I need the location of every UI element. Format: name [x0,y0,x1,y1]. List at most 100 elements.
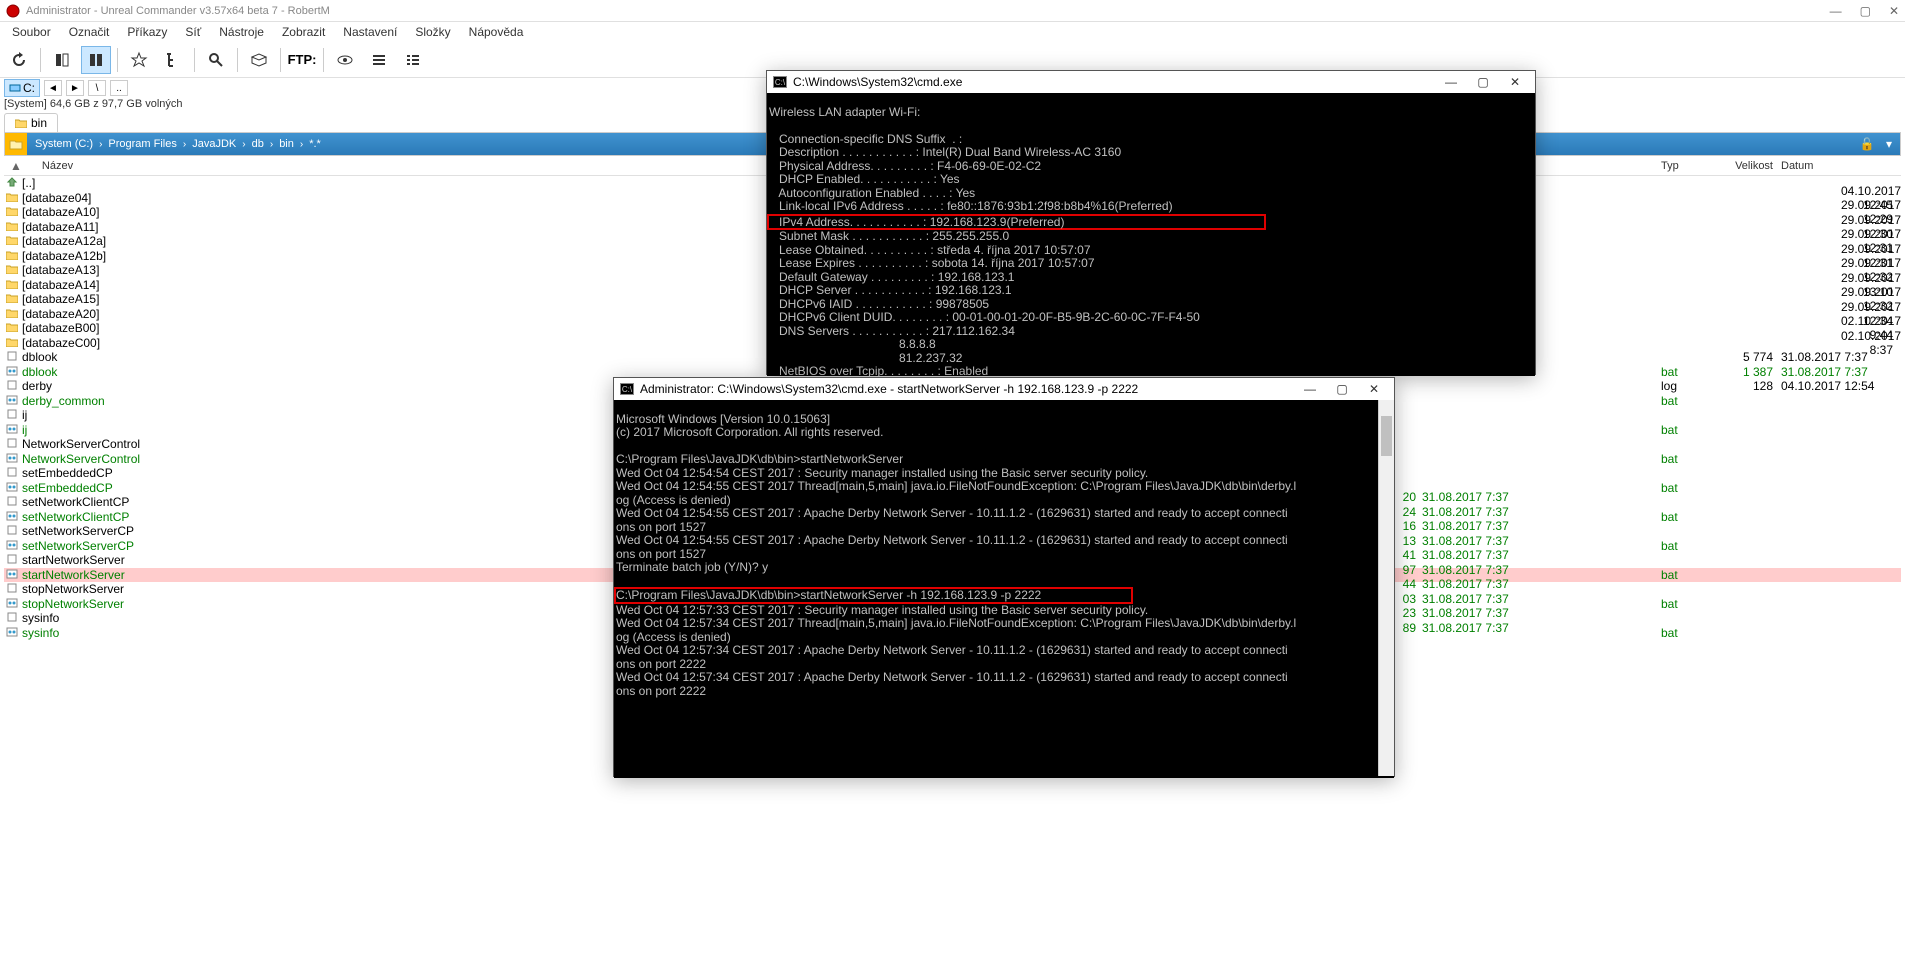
cmd2-minimize[interactable]: — [1296,382,1324,396]
file-typ: log [1661,379,1721,393]
menubar: SouborOznačitPříkazySíťNástrojeZobrazitN… [0,22,1905,42]
file-icon [6,337,20,349]
right-row-4[interactable]: 4131.08.2017 7:37 [1392,548,1532,563]
file-typ: bat [1661,626,1721,640]
file-typ: bat [1661,365,1721,379]
cmd1-maximize[interactable]: ▢ [1469,75,1497,89]
file-icon [6,308,20,320]
drive-up[interactable]: .. [110,80,128,96]
file-icon [6,250,20,262]
right-row-9[interactable]: 8931.08.2017 7:37 [1392,621,1532,636]
file-icon [6,221,20,233]
col-size[interactable]: Velikost [1721,160,1781,172]
cmd2-maximize[interactable]: ▢ [1328,382,1356,396]
breadcrumb-seg-2[interactable]: JavaJDK [188,138,240,150]
cmd2-scrollbar[interactable] [1378,400,1394,776]
file-icon [6,482,20,494]
col-date[interactable]: Datum [1781,160,1901,172]
tool-star[interactable] [124,46,154,74]
file-icon [6,293,20,305]
right-panel-rows: 2031.08.2017 7:372431.08.2017 7:371631.0… [1392,490,1532,635]
right-row-0[interactable]: 2031.08.2017 7:37 [1392,490,1532,505]
tool-panel-left[interactable] [47,46,77,74]
file-typ: bat [1661,597,1721,611]
cmd2-close[interactable]: ✕ [1360,382,1388,396]
tool-eye[interactable] [330,46,360,74]
right-row-2[interactable]: 1631.08.2017 7:37 [1392,519,1532,534]
main-titlebar: Administrator - Unreal Commander v3.57x6… [0,0,1905,22]
breadcrumb-seg-4[interactable]: bin [275,138,298,150]
file-icon [6,279,20,291]
file-icon [6,627,20,639]
right-row-5[interactable]: 9731.08.2017 7:37 [1392,563,1532,578]
col-typ[interactable]: Typ [1661,160,1721,172]
file-icon [6,424,20,436]
breadcrumb-seg-3[interactable]: db [248,138,268,150]
minimize-button[interactable]: — [1830,4,1842,18]
cmd1-ipv4-highlight: IPv4 Address. . . . . . . . . . . : 192.… [767,214,1266,231]
file-icon [6,380,20,392]
tab-bin[interactable]: bin [4,113,58,132]
tool-box[interactable] [244,46,274,74]
tool-list2[interactable] [398,46,428,74]
cmd1-body[interactable]: Wireless LAN adapter Wi-Fi: Connection-s… [767,93,1535,376]
file-icon [6,612,20,624]
file-size: 5 774 [1721,350,1781,364]
breadcrumb-dropdown[interactable]: ▾ [1878,133,1900,155]
breadcrumb-sep: › [181,139,188,150]
menu-označit[interactable]: Označit [61,23,118,41]
tool-panel-both[interactable] [81,46,111,74]
tab-label: bin [31,116,47,130]
cmd2-body[interactable]: Microsoft Windows [Version 10.0.15063] (… [614,400,1394,778]
tool-search[interactable] [201,46,231,74]
file-icon [6,366,20,378]
file-icon [6,177,20,189]
right-row-6[interactable]: 4431.08.2017 7:37 [1392,577,1532,592]
menu-zobrazit[interactable]: Zobrazit [274,23,333,41]
app-icon [6,4,20,18]
drive-nav-fwd[interactable]: ► [66,80,84,96]
file-size: 1 387 [1721,365,1781,379]
right-row-3[interactable]: 1331.08.2017 7:37 [1392,534,1532,549]
right-row-8[interactable]: 2331.08.2017 7:37 [1392,606,1532,621]
menu-síť[interactable]: Síť [177,23,209,41]
file-icon [6,554,20,566]
breadcrumb-seg-5[interactable]: *.* [305,138,325,150]
file-icon [6,453,20,465]
file-icon [6,395,20,407]
tool-refresh[interactable] [4,46,34,74]
drive-c-button[interactable]: C: [4,79,40,97]
close-button[interactable]: ✕ [1889,4,1899,18]
menu-soubor[interactable]: Soubor [4,23,59,41]
drive-nav-back[interactable]: ◄ [44,80,62,96]
tool-ftp[interactable]: FTP: [287,46,317,74]
file-icon [6,322,20,334]
folder-icon [15,118,27,128]
file-icon [6,264,20,276]
file-size: 128 [1721,379,1781,393]
menu-příkazy[interactable]: Příkazy [119,23,175,41]
breadcrumb-seg-0[interactable]: System (C:) [31,138,97,150]
file-typ: bat [1661,510,1721,524]
cmd2-titlebar[interactable]: C:\ Administrator: C:\Windows\System32\c… [614,378,1394,400]
menu-nastavení[interactable]: Nastavení [335,23,405,41]
cmd1-titlebar[interactable]: C:\ C:\Windows\System32\cmd.exe — ▢ ✕ [767,71,1535,93]
right-row-1[interactable]: 2431.08.2017 7:37 [1392,505,1532,520]
file-icon [6,598,20,610]
right-row-7[interactable]: 0331.08.2017 7:37 [1392,592,1532,607]
tool-tree[interactable] [158,46,188,74]
cmd-window-startserver: C:\ Administrator: C:\Windows\System32\c… [613,377,1395,777]
file-typ: bat [1661,452,1721,466]
menu-nástroje[interactable]: Nástroje [211,23,272,41]
breadcrumb-sep: › [298,139,305,150]
breadcrumb-unlock-icon[interactable]: 🔓 [1856,133,1878,155]
tool-list1[interactable] [364,46,394,74]
menu-složky[interactable]: Složky [407,23,458,41]
menu-nápověda[interactable]: Nápověda [461,23,532,41]
cmd1-close[interactable]: ✕ [1501,75,1529,89]
cmd1-minimize[interactable]: — [1437,75,1465,89]
maximize-button[interactable]: ▢ [1860,4,1871,18]
breadcrumb-seg-1[interactable]: Program Files [104,138,180,150]
drive-root[interactable]: \ [88,80,106,96]
file-icon [6,438,20,450]
